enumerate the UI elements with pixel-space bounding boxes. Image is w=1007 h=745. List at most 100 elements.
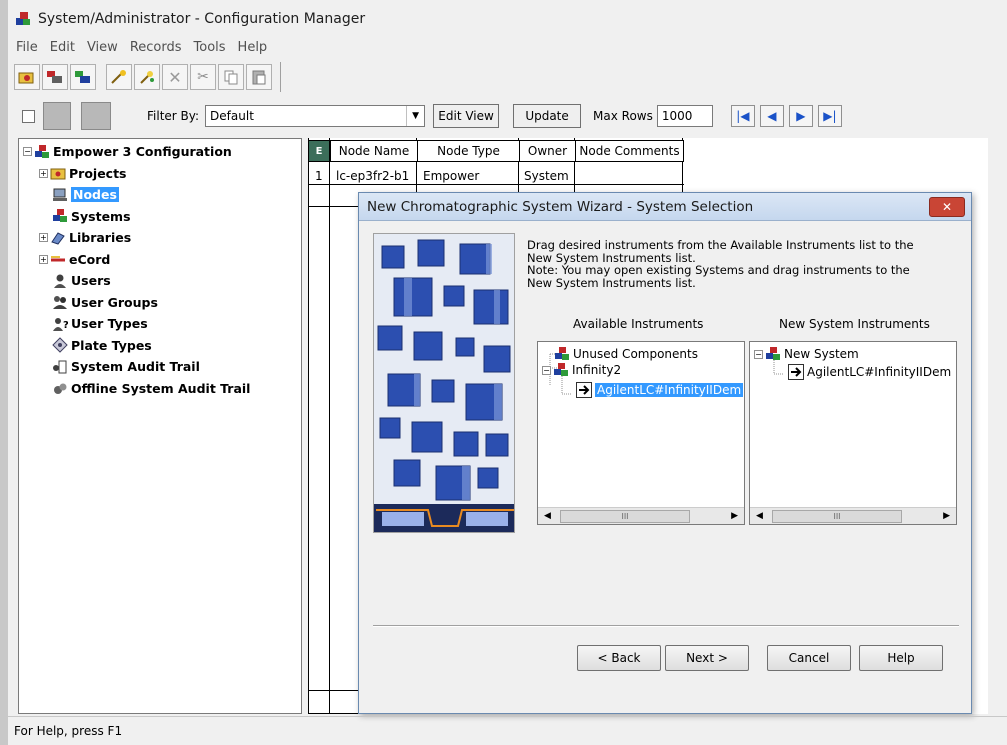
disabled-grid-button[interactable]	[81, 102, 111, 130]
menu-view[interactable]: View	[81, 40, 124, 55]
filter-value: Default	[210, 109, 254, 123]
close-icon[interactable]: ✕	[929, 196, 965, 217]
tree-item-label: Libraries	[69, 230, 132, 246]
delete-button[interactable]: ✕	[162, 64, 188, 90]
new-record-button[interactable]	[134, 64, 160, 90]
update-button[interactable]: Update	[513, 104, 582, 128]
window-left-edge	[0, 0, 8, 745]
cell-node-type[interactable]: Empower	[423, 169, 479, 183]
systems-view-button[interactable]	[70, 64, 96, 90]
edit-view-button[interactable]: Edit View	[433, 104, 500, 128]
filter-checkbox[interactable]	[22, 109, 35, 123]
next-record-icon[interactable]: ▶	[788, 105, 813, 127]
expand-icon[interactable]: +	[39, 233, 48, 243]
tree-item-label: User Groups	[71, 294, 158, 310]
horizontal-scrollbar[interactable]: ◀ III ▶	[538, 507, 744, 524]
menu-edit[interactable]: Edit	[44, 40, 81, 55]
offline-audit-icon	[52, 380, 68, 396]
cut-button[interactable]: ✂	[190, 64, 216, 90]
collapse-icon[interactable]: −	[754, 349, 763, 359]
title-bar: System/Administrator - Configuration Man…	[8, 4, 1007, 34]
tree-item-ecord[interactable]: + eCord	[19, 249, 301, 271]
chevron-down-icon[interactable]: ▼	[406, 106, 424, 126]
dialog-title-bar: New Chromatographic System Wizard - Syst…	[359, 193, 971, 221]
list-item-infinity2[interactable]: − Infinity2	[542, 362, 621, 378]
cancel-button[interactable]: Cancel	[767, 645, 851, 671]
scroll-thumb[interactable]: III	[772, 509, 902, 523]
menu-file[interactable]: File	[10, 40, 44, 55]
tree-item-label: Users	[71, 273, 111, 289]
open-project-icon	[18, 72, 34, 84]
tree-item-users[interactable]: Users	[19, 270, 301, 292]
new-system-instruments-list[interactable]: − New System AgilentLC#InfinityIIDem ◀ I…	[749, 341, 957, 525]
tree-item-label: Offline System Audit Trail	[71, 380, 251, 396]
disabled-view-button[interactable]	[43, 102, 71, 130]
column-header-owner[interactable]: Owner	[519, 140, 576, 162]
instrument-icon	[788, 364, 804, 380]
expand-icon[interactable]: +	[39, 168, 48, 178]
audit-trail-icon	[52, 359, 68, 375]
next-button[interactable]: Next >	[665, 645, 749, 671]
list-item-new-system[interactable]: − New System	[754, 346, 859, 362]
paste-button[interactable]	[246, 64, 272, 90]
tree-item-user-groups[interactable]: User Groups	[19, 292, 301, 314]
menu-help[interactable]: Help	[232, 40, 274, 55]
last-record-icon[interactable]: ▶|	[817, 105, 842, 127]
tree-item-libraries[interactable]: + Libraries	[19, 227, 301, 249]
scroll-right-icon[interactable]: ▶	[943, 511, 950, 521]
first-record-icon[interactable]: |◀	[730, 105, 755, 127]
available-instruments-list[interactable]: Unused Components − Infinity2 AgilentLC#…	[537, 341, 745, 525]
configuration-manager-window: System/Administrator - Configuration Man…	[8, 0, 1007, 745]
cell-node-name[interactable]: lc-ep3fr2-b1	[336, 169, 409, 183]
scroll-right-icon[interactable]: ▶	[731, 511, 738, 521]
dialog-title: New Chromatographic System Wizard - Syst…	[367, 198, 754, 215]
list-item-label: Infinity2	[572, 363, 622, 377]
nodes-view-button[interactable]	[42, 64, 68, 90]
scissors-icon: ✂	[197, 69, 209, 85]
collapse-icon[interactable]: −	[23, 147, 32, 157]
back-button[interactable]: < Back	[577, 645, 661, 671]
tree-item-projects[interactable]: + Projects	[19, 163, 301, 185]
expand-icon[interactable]: +	[39, 254, 48, 264]
list-item-agilentlc-new[interactable]: AgilentLC#InfinityIIDem	[786, 364, 951, 380]
tree-root[interactable]: − Empower 3 Configuration	[19, 141, 301, 163]
tree-item-nodes[interactable]: Nodes	[19, 184, 301, 206]
ecord-icon	[50, 251, 66, 267]
cell-owner[interactable]: System	[524, 169, 569, 183]
open-project-button[interactable]	[14, 64, 40, 90]
window-title: System/Administrator - Configuration Man…	[38, 11, 366, 27]
new-wizard-button[interactable]	[106, 64, 132, 90]
grid-select-all-icon[interactable]: E	[308, 140, 330, 162]
nodes-icon	[47, 71, 62, 83]
app-icon	[14, 10, 32, 28]
list-item-unused-components[interactable]: Unused Components	[552, 346, 698, 362]
libraries-icon	[50, 230, 66, 246]
help-button[interactable]: Help	[859, 645, 943, 671]
configuration-tree[interactable]: − Empower 3 Configuration + Projects Nod…	[18, 138, 302, 714]
menu-records[interactable]: Records	[124, 40, 188, 55]
filter-dropdown[interactable]: Default ▼	[205, 105, 426, 127]
column-header-node-comments[interactable]: Node Comments	[575, 140, 684, 162]
column-header-node-type[interactable]: Node Type	[417, 140, 520, 162]
tree-item-plate-types[interactable]: Plate Types	[19, 335, 301, 357]
scroll-left-icon[interactable]: ◀	[756, 511, 763, 521]
new-system-instruments-title: New System Instruments	[779, 317, 930, 331]
user-types-icon: ?	[52, 316, 69, 332]
list-item-label: New System	[784, 347, 859, 361]
collapse-icon[interactable]: −	[542, 365, 551, 375]
tree-item-systems[interactable]: Systems	[19, 206, 301, 228]
tree-item-offline-audit-trail[interactable]: Offline System Audit Trail	[19, 378, 301, 400]
scroll-thumb[interactable]: III	[560, 509, 690, 523]
previous-record-icon[interactable]: ◀	[759, 105, 784, 127]
max-rows-input[interactable]: 1000	[656, 105, 713, 127]
tree-item-user-types[interactable]: ? User Types	[19, 313, 301, 335]
horizontal-scrollbar[interactable]: ◀ III ▶	[750, 507, 956, 524]
column-header-node-name[interactable]: Node Name	[330, 140, 418, 162]
scroll-left-icon[interactable]: ◀	[544, 511, 551, 521]
list-item-agilentlc-available[interactable]: AgilentLC#InfinityIIDem	[574, 382, 744, 398]
menu-tools[interactable]: Tools	[188, 40, 232, 55]
tree-item-label: System Audit Trail	[71, 359, 200, 375]
tree-item-system-audit-trail[interactable]: System Audit Trail	[19, 356, 301, 378]
systems-icon	[554, 346, 570, 362]
copy-button[interactable]	[218, 64, 244, 90]
